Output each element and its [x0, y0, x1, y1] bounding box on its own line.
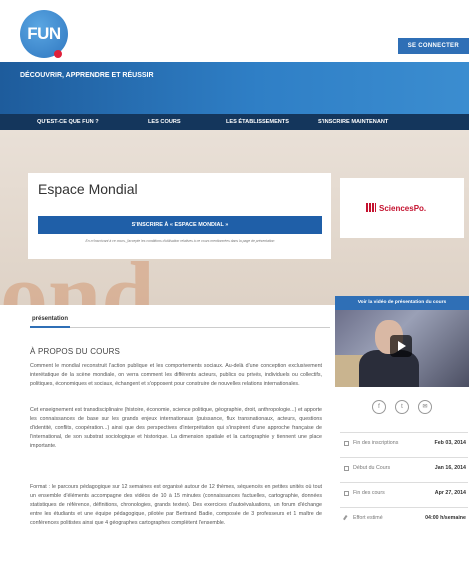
about-paragraph: Cet enseignement est transdisciplinaire … — [30, 407, 322, 450]
info-row-enrollment-end: Fin des inscriptions Feb 03, 2014 — [340, 432, 468, 454]
course-title: Espace Mondial — [38, 181, 138, 197]
info-row-effort: Effort estimé 04:00 h/semaine — [340, 507, 468, 529]
info-label: Fin des inscriptions — [353, 440, 399, 446]
fun-logo[interactable]: FUN — [20, 10, 68, 58]
video-header[interactable]: Voir la vidéo de présentation du cours — [335, 296, 469, 310]
video-thumbnail[interactable] — [335, 310, 469, 387]
about-paragraph: Format : le parcours pédagogique sur 12 … — [30, 484, 322, 527]
info-label: Début du Cours — [353, 465, 391, 471]
share-email-icon[interactable]: ✉ — [418, 400, 432, 414]
play-icon[interactable] — [390, 335, 412, 357]
nav-item-about[interactable]: QU'EST-CE QUE FUN ? — [37, 114, 99, 130]
tagline: DÉCOUVRIR, APPRENDRE ET RÉUSSIR — [20, 72, 154, 79]
enroll-legal-note: En m'inscrivant à ce cours, j'accepte le… — [85, 239, 275, 243]
logo-dot-icon — [54, 50, 62, 58]
site-header: FUN SE CONNECTER — [0, 0, 469, 62]
nav-item-institutions[interactable]: LES ÉTABLISSEMENTS — [226, 114, 289, 130]
share-twitter-icon[interactable]: t — [395, 400, 409, 414]
info-row-course-start: Début du Cours Jan 16, 2014 — [340, 457, 468, 479]
about-heading: À PROPOS DU COURS — [30, 347, 121, 356]
sciencespo-logo: SciencesPo. — [366, 203, 426, 213]
share-facebook-icon[interactable]: f — [372, 400, 386, 414]
main-nav: QU'EST-CE QUE FUN ? LES COURS LES ÉTABLI… — [0, 114, 469, 130]
sciencespo-logo-icon — [366, 203, 376, 212]
connect-button[interactable]: SE CONNECTER — [397, 38, 469, 54]
content-tabs: présentation — [30, 314, 330, 328]
info-value: Feb 03, 2014 — [434, 440, 466, 446]
logo-text: FUN — [27, 24, 61, 43]
calendar-icon — [344, 441, 349, 446]
info-value: 04:00 h/semaine — [425, 515, 466, 521]
info-label: Fin des cours — [353, 490, 385, 496]
info-row-course-end: Fin des cours Apr 27, 2014 — [340, 482, 468, 504]
calendar-icon — [344, 491, 349, 496]
info-value: Jan 16, 2014 — [434, 465, 466, 471]
partner-card[interactable]: SciencesPo. — [340, 178, 464, 238]
enroll-button[interactable]: S'INSCRIRE À « ESPACE MONDIAL » — [38, 216, 322, 234]
info-value: Apr 27, 2014 — [434, 490, 466, 496]
pencil-icon — [343, 515, 350, 522]
course-hero: ond Espace Mondial S'INSCRIRE À « ESPACE… — [0, 130, 469, 305]
course-card: Espace Mondial S'INSCRIRE À « ESPACE MON… — [28, 173, 331, 259]
nav-item-register[interactable]: S'INSCRIRE MAINTENANT — [318, 114, 388, 130]
tab-presentation[interactable]: présentation — [30, 314, 71, 328]
partner-name: SciencesPo. — [379, 204, 427, 213]
calendar-icon — [344, 466, 349, 471]
nav-item-courses[interactable]: LES COURS — [148, 114, 181, 130]
about-paragraph: Comment le mondial reconstruit l'action … — [30, 363, 322, 388]
info-label: Effort estimé — [353, 515, 383, 521]
